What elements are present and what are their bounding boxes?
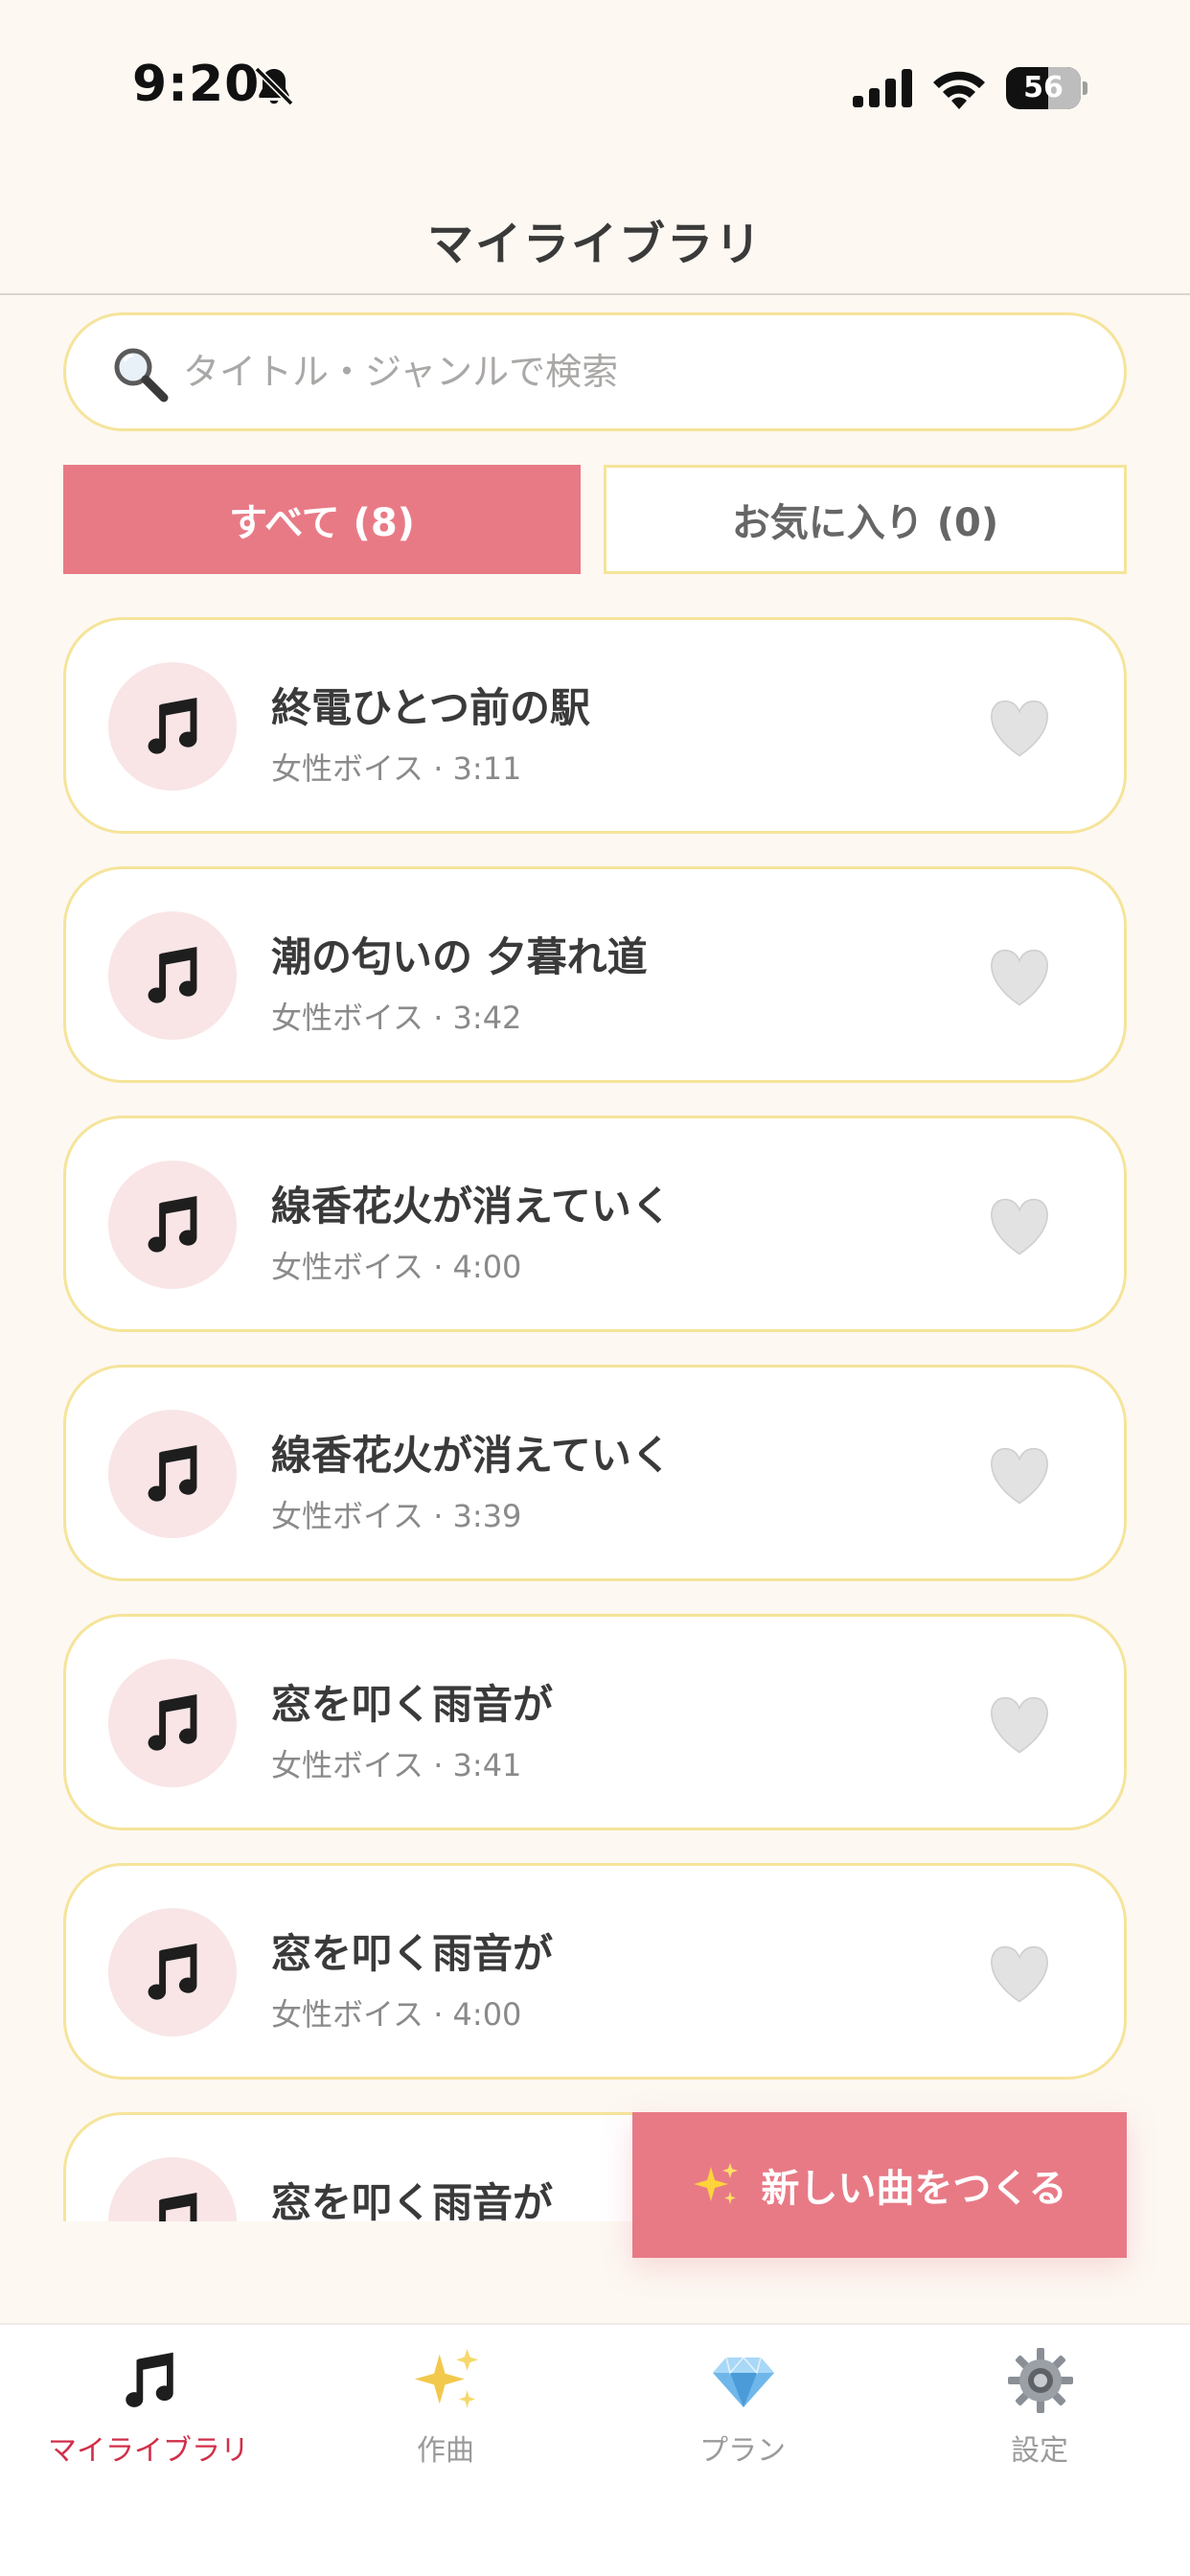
sparkles-icon [694, 2163, 739, 2204]
diamond-icon [713, 2356, 774, 2407]
song-list[interactable]: 終電ひとつ前の駅 女性ボイス · 3:11 潮の匂いの 夕暮れ道 女性ボイス ·… [0, 613, 1190, 2221]
song-title: 窓を叩く雨音が [271, 1930, 554, 1977]
tab-favorites[interactable]: お気に入り (0) [604, 465, 1127, 574]
battery-level: 56 [1023, 71, 1064, 104]
music-note-icon [126, 2352, 173, 2407]
tab-library[interactable]: マイライブラリ [0, 2325, 297, 2478]
tab-plan[interactable]: プラン [594, 2325, 891, 2478]
music-note-icon [148, 1195, 197, 1253]
tab-favorites-label: お気に入り (0) [731, 501, 999, 545]
search-bar[interactable] [63, 312, 1127, 431]
create-song-label: 新しい曲をつくる [761, 2167, 1067, 2211]
music-note-icon [148, 1444, 197, 1502]
music-note-icon [148, 1693, 197, 1751]
song-card[interactable]: 潮の匂いの 夕暮れ道 女性ボイス · 3:42 [63, 866, 1127, 1083]
heart-icon[interactable] [986, 946, 1053, 1007]
tab-settings[interactable]: 設定 [891, 2325, 1188, 2478]
heart-icon[interactable] [986, 1444, 1053, 1506]
song-title: 線香花火が消えていく [271, 1432, 672, 1479]
song-card[interactable]: 窓を叩く雨音が 女性ボイス · 3:41 [63, 1614, 1127, 1830]
heart-icon[interactable] [986, 1693, 1053, 1755]
music-note-icon [148, 697, 197, 754]
wifi-icon [933, 71, 985, 109]
bell-off-icon [254, 66, 294, 106]
song-title: 終電ひとつ前の駅 [271, 684, 591, 731]
tab-plan-label: プラン [699, 2434, 786, 2468]
battery-tip [1083, 81, 1087, 95]
song-meta: 女性ボイス · 3:39 [271, 1498, 522, 1534]
bottom-tab-bar: マイライブラリ 作曲 プラン 設定 [0, 2323, 1190, 2576]
tab-compose[interactable]: 作曲 [297, 2325, 594, 2478]
song-artwork [108, 1659, 237, 1787]
song-card[interactable]: 線香花火が消えていく 女性ボイス · 3:39 [63, 1365, 1127, 1581]
song-meta: 女性ボイス · 3:41 [271, 1747, 522, 1783]
heart-icon[interactable] [986, 1195, 1053, 1256]
song-title: 線香花火が消えていく [271, 1183, 672, 1230]
battery-indicator: 56 [1006, 67, 1087, 109]
song-artwork [108, 662, 237, 791]
status-time: 9:20 [132, 56, 261, 113]
tab-settings-label: 設定 [1011, 2434, 1068, 2468]
song-title: 窓を叩く雨音が [271, 2179, 554, 2221]
screen: 9:20 56 マイライブラリ タイトル・ジャンルで検索 すべて (8) お気に… [0, 0, 1190, 2576]
song-meta: 女性ボイス · 4:00 [271, 1996, 522, 2033]
song-title: 潮の匂いの 夕暮れ道 [271, 933, 648, 980]
signal-icon [853, 69, 912, 107]
music-note-icon [159, 2192, 197, 2221]
search-input[interactable] [183, 315, 1084, 428]
battery-body: 56 [1006, 67, 1081, 109]
song-card[interactable]: 線香花火が消えていく 女性ボイス · 4:00 [63, 1116, 1127, 1332]
song-artwork [108, 1908, 237, 2036]
tab-all[interactable]: すべて (8) [63, 465, 581, 574]
page-title: マイライブラリ [426, 218, 763, 271]
song-title: 窓を叩く雨音が [271, 1681, 554, 1728]
song-artwork [108, 1410, 237, 1538]
tab-all-label: すべて (8) [229, 501, 415, 545]
song-card[interactable]: 終電ひとつ前の駅 女性ボイス · 3:11 [63, 617, 1127, 834]
song-artwork [108, 911, 237, 1040]
nav-header: マイライブラリ [0, 144, 1190, 295]
song-meta: 女性ボイス · 3:42 [271, 1000, 522, 1036]
music-note-icon [148, 1943, 197, 2000]
sparkles-icon [414, 2348, 479, 2408]
create-song-button[interactable]: 新しい曲をつくる [632, 2112, 1127, 2258]
heart-icon[interactable] [986, 1943, 1053, 2004]
song-card[interactable]: 窓を叩く雨音が 女性ボイス · 4:00 [63, 1863, 1127, 2080]
gear-icon [1008, 2348, 1073, 2413]
search-icon [114, 348, 169, 402]
music-note-icon [148, 946, 197, 1003]
heart-icon[interactable] [986, 697, 1053, 758]
song-meta: 女性ボイス · 4:00 [271, 1249, 522, 1285]
song-artwork [108, 1161, 237, 1289]
tab-library-label: マイライブラリ [48, 2434, 249, 2468]
tab-compose-label: 作曲 [417, 2434, 474, 2468]
status-bar: 9:20 56 [0, 0, 1190, 144]
song-meta: 女性ボイス · 3:11 [271, 750, 522, 787]
song-artwork [108, 2157, 237, 2221]
